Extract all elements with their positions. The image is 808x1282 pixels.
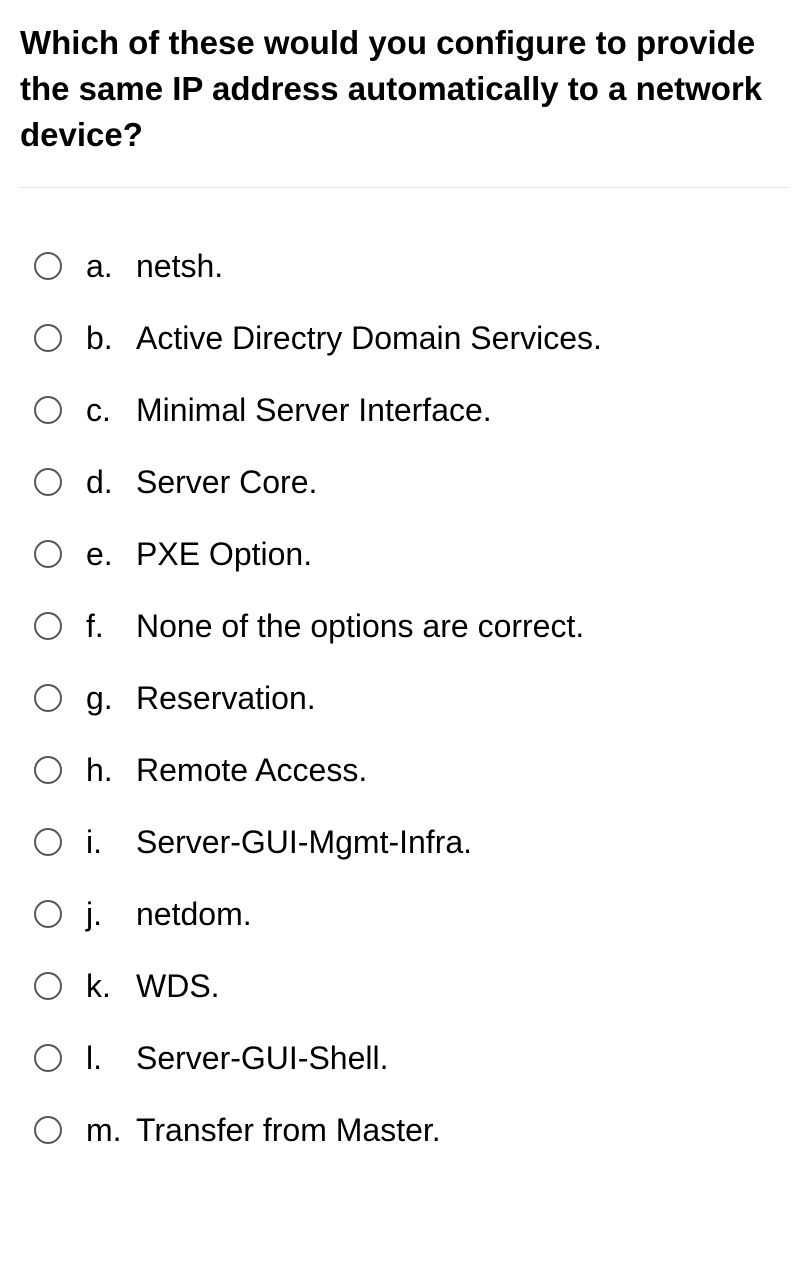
option-letter: c. <box>86 392 136 429</box>
option-letter: h. <box>86 752 136 789</box>
option-h[interactable]: h. Remote Access. <box>34 752 788 789</box>
radio-icon <box>34 396 62 424</box>
option-j[interactable]: j. netdom. <box>34 896 788 933</box>
radio-icon <box>34 900 62 928</box>
option-i[interactable]: i. Server-GUI-Mgmt-Infra. <box>34 824 788 861</box>
option-letter: b. <box>86 320 136 357</box>
option-text: Transfer from Master. <box>136 1112 441 1149</box>
option-k[interactable]: k. WDS. <box>34 968 788 1005</box>
option-d[interactable]: d. Server Core. <box>34 464 788 501</box>
option-letter: j. <box>86 896 136 933</box>
option-letter: l. <box>86 1040 136 1077</box>
option-letter: g. <box>86 680 136 717</box>
radio-icon <box>34 1116 62 1144</box>
radio-icon <box>34 612 62 640</box>
option-text: netdom. <box>136 896 252 933</box>
option-l[interactable]: l. Server-GUI-Shell. <box>34 1040 788 1077</box>
divider <box>20 187 788 188</box>
option-text: Server-GUI-Mgmt-Infra. <box>136 824 472 861</box>
radio-icon <box>34 540 62 568</box>
option-text: Active Directry Domain Services. <box>136 320 602 357</box>
option-c[interactable]: c. Minimal Server Interface. <box>34 392 788 429</box>
option-m[interactable]: m. Transfer from Master. <box>34 1112 788 1149</box>
option-e[interactable]: e. PXE Option. <box>34 536 788 573</box>
radio-icon <box>34 684 62 712</box>
option-text: None of the options are correct. <box>136 608 584 645</box>
radio-icon <box>34 828 62 856</box>
option-text: PXE Option. <box>136 536 312 573</box>
option-b[interactable]: b. Active Directry Domain Services. <box>34 320 788 357</box>
radio-icon <box>34 252 62 280</box>
options-list: a. netsh. b. Active Directry Domain Serv… <box>20 248 788 1149</box>
option-letter: d. <box>86 464 136 501</box>
option-letter: k. <box>86 968 136 1005</box>
option-text: Remote Access. <box>136 752 367 789</box>
radio-icon <box>34 324 62 352</box>
option-a[interactable]: a. netsh. <box>34 248 788 285</box>
option-letter: m. <box>86 1112 136 1149</box>
option-text: WDS. <box>136 968 220 1005</box>
radio-icon <box>34 1044 62 1072</box>
radio-icon <box>34 972 62 1000</box>
option-letter: e. <box>86 536 136 573</box>
radio-icon <box>34 756 62 784</box>
option-text: netsh. <box>136 248 223 285</box>
option-g[interactable]: g. Reservation. <box>34 680 788 717</box>
option-text: Server-GUI-Shell. <box>136 1040 389 1077</box>
option-f[interactable]: f. None of the options are correct. <box>34 608 788 645</box>
option-text: Reservation. <box>136 680 316 717</box>
option-text: Server Core. <box>136 464 317 501</box>
radio-icon <box>34 468 62 496</box>
question-text: Which of these would you configure to pr… <box>20 20 788 159</box>
option-letter: f. <box>86 608 136 645</box>
option-text: Minimal Server Interface. <box>136 392 492 429</box>
option-letter: i. <box>86 824 136 861</box>
option-letter: a. <box>86 248 136 285</box>
